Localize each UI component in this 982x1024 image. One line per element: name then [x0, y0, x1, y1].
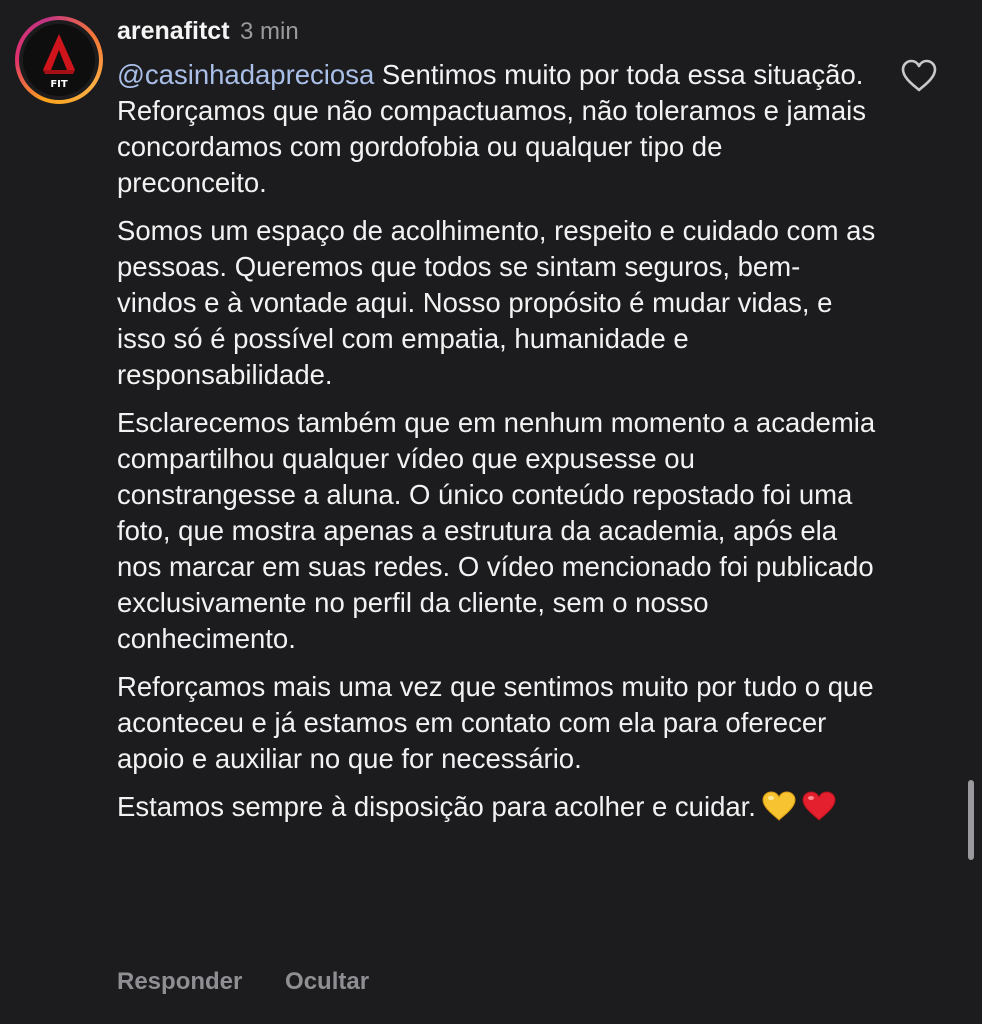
comment-paragraph-text: Estamos sempre à disposição para acolher… [117, 791, 756, 822]
comment-actions: Responder Ocultar [117, 966, 369, 998]
comment-item: FIT arenafitct 3 min @casinhadapreciosa … [0, 0, 982, 1024]
hide-button[interactable]: Ocultar [285, 966, 369, 998]
like-heart-icon[interactable] [900, 58, 938, 94]
comment-paragraph: Reforçamos mais uma vez que sentimos mui… [117, 671, 874, 774]
red-heart-icon [802, 791, 836, 830]
comment-header: arenafitct 3 min [117, 14, 299, 48]
timestamp: 3 min [240, 18, 299, 45]
reply-button[interactable]: Responder [117, 966, 242, 998]
comment-paragraph: Somos um espaço de acolhimento, respeito… [117, 215, 876, 390]
arena-fit-logo: FIT [23, 24, 95, 96]
mention-link[interactable]: @casinhadapreciosa [117, 59, 374, 90]
avatar-logo-text: FIT [50, 79, 68, 90]
comment-paragraph: @casinhadapreciosa Sentimos muito por to… [117, 57, 877, 201]
comment-body: @casinhadapreciosa Sentimos muito por to… [117, 57, 877, 842]
yellow-heart-icon [762, 791, 796, 830]
avatar[interactable]: FIT [15, 16, 103, 104]
username[interactable]: arenafitct [117, 17, 230, 45]
comment-paragraph: Esclarecemos também que em nenhum moment… [117, 407, 876, 654]
comment-paragraph: Estamos sempre à disposição para acolher… [117, 789, 877, 830]
scrollbar[interactable] [968, 780, 974, 860]
avatar-border: FIT [19, 20, 99, 100]
